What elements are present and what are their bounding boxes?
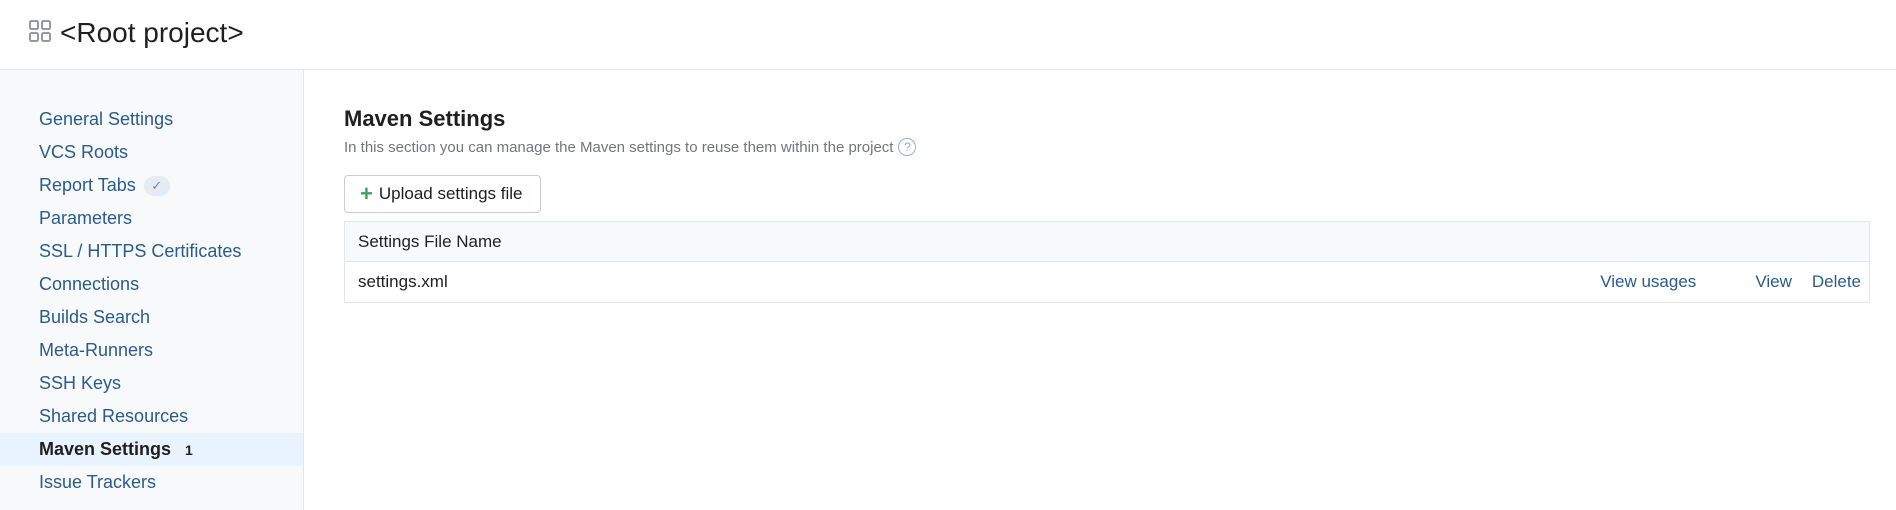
sidebar-item-report-tabs[interactable]: Report Tabs ✓ — [0, 169, 303, 202]
sidebar-item-label: Issue Trackers — [39, 472, 157, 492]
count-badge: 1 — [185, 441, 193, 458]
checkmark-icon: ✓ — [143, 175, 170, 196]
section-description: In this section you can manage the Maven… — [344, 138, 917, 156]
sidebar-item-builds-search[interactable]: Builds Search — [0, 301, 303, 334]
sidebar-item-label: SSH Keys — [39, 373, 122, 393]
sidebar-item-ssl-certificates[interactable]: SSL / HTTPS Certificates — [0, 235, 303, 268]
sidebar-item-label: Connections — [39, 274, 140, 294]
sidebar-item-label: VCS Roots — [39, 142, 129, 162]
upload-button-label: Upload settings file — [378, 184, 523, 203]
sidebar-item-label: General Settings — [39, 109, 174, 129]
plus-icon: + — [360, 181, 373, 206]
sidebar-item-parameters[interactable]: Parameters — [0, 202, 303, 235]
file-name: settings.xml — [358, 272, 448, 291]
upload-settings-button[interactable]: + Upload settings file — [344, 175, 541, 213]
sidebar-item-general-settings[interactable]: General Settings — [0, 103, 303, 136]
sidebar-item-shared-resources[interactable]: Shared Resources — [0, 400, 303, 433]
sidebar: General Settings VCS Roots Report Tabs ✓… — [0, 70, 304, 510]
sidebar-item-meta-runners[interactable]: Meta-Runners — [0, 334, 303, 367]
project-grid-icon — [29, 20, 51, 42]
sidebar-item-vcs-roots[interactable]: VCS Roots — [0, 136, 303, 169]
row-actions: View usages View Delete — [1600, 262, 1861, 302]
sidebar-item-label: SSL / HTTPS Certificates — [39, 241, 242, 261]
section-title: Maven Settings — [344, 106, 506, 131]
sidebar-item-label: Maven Settings — [39, 439, 172, 459]
sidebar-item-label: Parameters — [39, 208, 133, 228]
sidebar-item-label: Meta-Runners — [39, 340, 154, 360]
sidebar-item-issue-trackers[interactable]: Issue Trackers — [0, 466, 303, 499]
table-row: settings.xml View usages View Delete — [345, 262, 1869, 302]
sidebar-item-label: Shared Resources — [39, 406, 189, 426]
settings-table: Settings File Name settings.xml View usa… — [344, 221, 1870, 303]
delete-link[interactable]: Delete — [1812, 272, 1861, 292]
sidebar-item-ssh-keys[interactable]: SSH Keys — [0, 367, 303, 400]
sidebar-item-maven-settings[interactable]: Maven Settings 1 — [0, 433, 303, 466]
table-header: Settings File Name — [345, 222, 1869, 262]
sidebar-item-label: Builds Search — [39, 307, 151, 327]
page-header: <Root project> — [0, 0, 1896, 70]
view-link[interactable]: View — [1755, 272, 1792, 292]
page-title: <Root project> — [60, 17, 244, 48]
description-text: In this section you can manage the Maven… — [344, 138, 894, 156]
sidebar-item-label: Report Tabs — [39, 175, 136, 195]
column-header-file-name: Settings File Name — [358, 231, 502, 251]
view-usages-link[interactable]: View usages — [1600, 272, 1696, 292]
help-icon[interactable]: ? — [898, 138, 917, 156]
sidebar-item-connections[interactable]: Connections — [0, 268, 303, 301]
